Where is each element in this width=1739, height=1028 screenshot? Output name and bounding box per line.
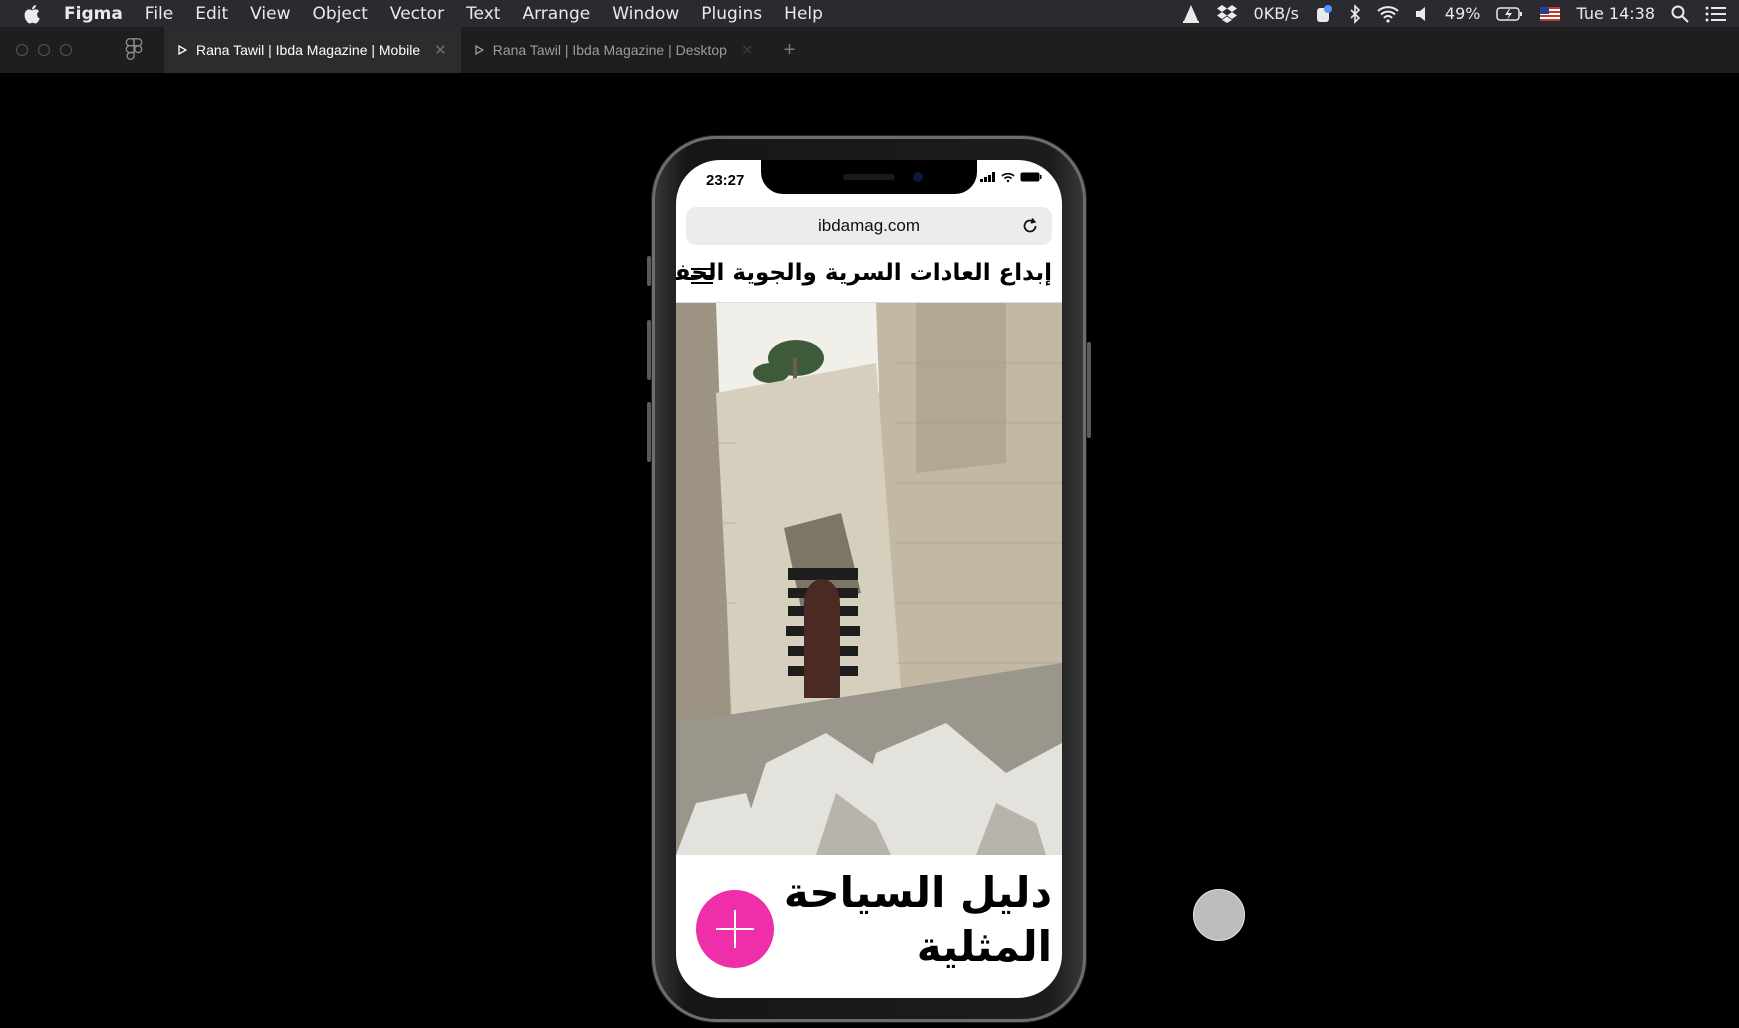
add-floating-button[interactable]: [696, 890, 774, 968]
play-icon: [178, 45, 187, 55]
site-header: إبداع العادات السرية والجوية الخفية: [676, 252, 1062, 303]
reload-icon[interactable]: [1020, 216, 1040, 236]
menu-vector[interactable]: Vector: [390, 4, 444, 24]
menu-figma[interactable]: Figma: [64, 4, 123, 24]
clock[interactable]: Tue 14:38: [1576, 4, 1655, 23]
notch: [761, 160, 977, 194]
volume-down-button: [647, 402, 651, 462]
figma-tab-bar: Rana Tawil | Ibda Magazine | Mobile ✕ Ra…: [0, 27, 1739, 73]
play-icon: [475, 45, 484, 55]
side-button: [1087, 342, 1091, 438]
zoom-window-button[interactable]: [60, 44, 72, 56]
window-controls: [16, 44, 100, 56]
us-flag-icon[interactable]: [1540, 6, 1561, 21]
status-area: 0KB/s 49% Tue 14:38: [1182, 3, 1727, 24]
notification-center-icon[interactable]: [1705, 5, 1727, 23]
close-tab-icon[interactable]: ✕: [741, 41, 754, 59]
phone-time: 23:27: [706, 172, 745, 189]
vlc-icon[interactable]: [1182, 4, 1200, 24]
new-tab-button[interactable]: +: [784, 39, 796, 62]
speaker: [843, 174, 895, 180]
hero-image-citadel-gate: [676, 303, 1062, 855]
tab-label: Rana Tawil | Ibda Magazine | Mobile: [196, 42, 421, 58]
battery-percent: 49%: [1444, 4, 1481, 23]
article-caption[interactable]: دليل السياحة المثلية: [762, 866, 1052, 974]
menu-view[interactable]: View: [250, 4, 290, 24]
dropbox-icon[interactable]: [1216, 4, 1238, 24]
cellular-signal-icon: [980, 172, 995, 182]
close-tab-icon[interactable]: ✕: [434, 41, 447, 59]
menu-bar: Figma File Edit View Object Vector Text …: [0, 0, 1739, 27]
volume-icon[interactable]: [1415, 6, 1429, 22]
tab-mobile-prototype[interactable]: Rana Tawil | Ibda Magazine | Mobile ✕: [164, 27, 461, 73]
volume-up-button: [647, 320, 651, 380]
close-window-button[interactable]: [16, 44, 28, 56]
phone-battery-icon: [1020, 172, 1042, 182]
apple-icon[interactable]: [22, 3, 44, 25]
front-camera: [913, 172, 923, 182]
app-badge-icon[interactable]: [1315, 4, 1333, 24]
minimize-window-button[interactable]: [38, 44, 50, 56]
menu-text[interactable]: Text: [466, 4, 500, 24]
prototype-touch-cursor: [1193, 889, 1245, 941]
phone-screen: 23:27 ibdamag.com إبداع العادات السرية و…: [676, 160, 1062, 998]
menu-file[interactable]: File: [145, 4, 173, 24]
menu-arrange[interactable]: Arrange: [522, 4, 590, 24]
menu-help[interactable]: Help: [784, 4, 823, 24]
spotlight-search-icon[interactable]: [1671, 5, 1689, 23]
mute-switch: [647, 256, 651, 286]
article-headline[interactable]: إبداع العادات السرية والجوية الخفية: [676, 260, 1053, 286]
menu-plugins[interactable]: Plugins: [701, 4, 762, 24]
menu-window[interactable]: Window: [612, 4, 679, 24]
menu-object[interactable]: Object: [313, 4, 368, 24]
bluetooth-icon[interactable]: [1349, 3, 1361, 24]
network-speed: 0KB/s: [1253, 4, 1299, 23]
battery-charging-icon[interactable]: [1496, 6, 1524, 22]
tab-desktop-prototype[interactable]: Rana Tawil | Ibda Magazine | Desktop ✕: [461, 27, 768, 73]
browser-address-bar[interactable]: ibdamag.com: [686, 207, 1052, 245]
phone-status-icons: [980, 172, 1042, 182]
figma-logo-icon[interactable]: [124, 38, 144, 62]
tab-label: Rana Tawil | Ibda Magazine | Desktop: [492, 42, 727, 58]
iphone-frame: 23:27 ibdamag.com إبداع العادات السرية و…: [647, 136, 1091, 1022]
wifi-icon[interactable]: [1377, 5, 1399, 23]
url-text: ibdamag.com: [817, 216, 921, 235]
phone-wifi-icon: [1001, 172, 1015, 182]
menu-edit[interactable]: Edit: [195, 4, 228, 24]
